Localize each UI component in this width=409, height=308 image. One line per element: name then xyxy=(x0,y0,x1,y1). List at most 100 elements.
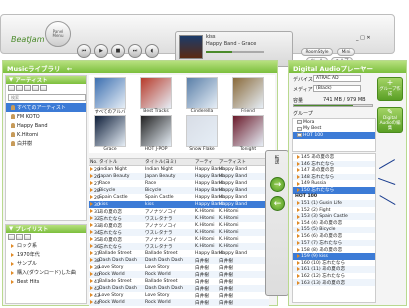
device-track-row[interactable]: 155 (5) Bicycle xyxy=(293,226,375,234)
track-row[interactable]: 34 忘れたなら ワスレタナラ K.Hitomi K.Hitomi xyxy=(89,229,269,236)
device-track-row[interactable]: 147 あの夏の恋 xyxy=(293,167,375,174)
album-tile[interactable]: HOT J-POP xyxy=(139,115,173,152)
delete-playlist-icon[interactable] xyxy=(16,234,23,240)
group-title-row[interactable]: HOT 100 xyxy=(293,194,375,201)
device-track-row[interactable]: 157 (7) 忘れたなら xyxy=(293,239,375,247)
device-track-row[interactable]: 161 (11) あの夏の恋 xyxy=(293,266,375,273)
device-track-row[interactable]: 160 (10) 忘れたなら xyxy=(293,260,375,267)
device-track-label: 156 (6) あの夏の恋 xyxy=(301,234,343,240)
transfer-to-library-button[interactable]: ← xyxy=(270,196,285,211)
playlist-item[interactable]: サンプル xyxy=(6,259,86,268)
track-row[interactable]: 26 Japan Beauty Japan Beauty Happy Band Happ… xyxy=(89,173,269,180)
dap-edit-button[interactable]: ✎ Digital Audioの編集 xyxy=(377,107,403,133)
device-track-row[interactable]: 156 (6) あの夏の恋 xyxy=(293,233,375,240)
device-track-row[interactable]: 146 忘れたなら xyxy=(293,160,375,168)
device-select[interactable]: ATRAC AD xyxy=(313,75,361,82)
track-row[interactable]: 27 Race Race Happy Band Happy Band xyxy=(89,180,269,187)
track-row[interactable]: 33 あの夏の恋 アノナツノコイ K.Hitomi K.Hitomi xyxy=(89,222,269,229)
cd-icon[interactable] xyxy=(32,85,39,91)
track-row[interactable]: 36 忘れたなら ワスレタナラ K.Hitomi K.Hitomi xyxy=(89,243,269,250)
group-item[interactable]: HOT 100 xyxy=(293,132,375,139)
device-track-row[interactable]: 162 (12) 忘れたなら xyxy=(293,273,375,280)
play-icon[interactable]: ▶ xyxy=(94,44,108,58)
device-track-row[interactable]: 158 (8) あの夏の恋 xyxy=(293,246,375,253)
mini-button[interactable]: Mini xyxy=(337,48,355,56)
artist-item[interactable]: FM KOTO xyxy=(6,112,86,121)
device-track-row[interactable]: 150 忘れたなら xyxy=(293,186,375,194)
previous-icon[interactable]: ⏮ xyxy=(77,44,91,58)
track-row[interactable]: 40 Rock World Rock World 白井樹 白井樹 xyxy=(89,271,269,278)
track-cell-text: Happy Band xyxy=(219,251,248,256)
track-cell-text: Dash Dash Dash xyxy=(99,258,137,263)
back-arrow-icon[interactable]: ← xyxy=(67,65,72,73)
volume-icon[interactable]: ◖ xyxy=(145,44,159,58)
artist-item[interactable]: K.Hitomi xyxy=(6,130,86,139)
edit-icon[interactable] xyxy=(24,85,31,91)
playlist-item[interactable]: Best Hits xyxy=(6,277,86,286)
track-row[interactable]: 44 Rock World Rock World 白井樹 白井樹 xyxy=(89,299,269,306)
track-row[interactable]: 42 Dash Dash Dash Dash Dash Dash 白井樹 白井樹 xyxy=(89,285,269,292)
device-track-row[interactable]: 148 忘れたなら xyxy=(293,173,375,181)
track-row[interactable]: 35 あの夏の恋 アノナツノコイ K.Hitomi K.Hitomi xyxy=(89,236,269,243)
group-item[interactable]: Mora xyxy=(293,119,375,126)
device-track-row[interactable]: 163 (13) あの夏の恋 xyxy=(293,279,375,286)
playlist-item[interactable]: 購入(ダウンロード)した曲 xyxy=(6,268,86,277)
album-tile[interactable]: Snow Flake xyxy=(185,115,219,152)
album-tile[interactable]: Best Tracks xyxy=(139,77,173,114)
track-row[interactable]: 37 Ballade Street Ballade Street Happy Band… xyxy=(89,250,269,257)
stop-icon[interactable]: ■ xyxy=(111,44,125,58)
close-icon[interactable]: ✕ xyxy=(366,35,370,41)
album-tile[interactable]: Cinderella xyxy=(185,77,219,114)
track-row[interactable]: 38 Dash Dash Dash Dash Dash Dash 白井樹 白井樹 xyxy=(89,257,269,264)
artist-item[interactable]: 白井樹 xyxy=(6,139,86,148)
album-tile[interactable]: Grace xyxy=(93,115,127,152)
delete-icon[interactable] xyxy=(16,85,23,91)
panel-menu-button[interactable]: Panel Menu xyxy=(45,21,71,47)
column-header[interactable]: アーティ xyxy=(195,159,219,165)
track-row[interactable]: 39 Love Story Love Story 白井樹 白井樹 xyxy=(89,264,269,271)
artist-item[interactable]: Happy Band xyxy=(6,121,86,130)
group-item[interactable]: My Best xyxy=(293,126,375,133)
album-tile[interactable]: Friend xyxy=(231,77,265,114)
device-track-row[interactable]: 149 Russia xyxy=(293,180,375,187)
collapse-icon[interactable]: ▼ xyxy=(9,77,13,83)
column-header[interactable]: アーティスト xyxy=(219,159,265,165)
device-track-row[interactable]: 154 (4) あの夏の恋 xyxy=(293,220,375,227)
collapse-icon[interactable]: ▼ xyxy=(9,226,13,232)
add-playlist-icon[interactable] xyxy=(8,234,15,240)
column-header[interactable]: タイトル xyxy=(99,159,145,165)
add-icon[interactable] xyxy=(8,85,15,91)
track-cell-text: Love Story xyxy=(145,293,170,298)
track-row[interactable]: 41 Ballade Street Ballade Street 白井樹 白井樹 xyxy=(89,278,269,285)
column-header[interactable]: タイトル(ヨミ) xyxy=(145,159,195,165)
media-select[interactable]: (Black) xyxy=(313,85,361,92)
progress-bar[interactable] xyxy=(206,51,264,53)
track-cell-text: 白井樹 xyxy=(195,286,209,292)
playlist-item[interactable]: ロック系 xyxy=(6,241,86,250)
list-icon[interactable] xyxy=(40,85,47,91)
track-row[interactable]: 31 あの夏の恋 アノナツノコイ K.Hitomi K.Hitomi xyxy=(89,208,269,215)
transfer-to-device-button[interactable]: → xyxy=(270,177,285,192)
track-row[interactable]: 43 Love Story Love Story 白井樹 白井樹 xyxy=(89,292,269,299)
track-row[interactable]: 30 kiss kiss Happy Band Happy Band xyxy=(89,201,269,208)
roomstyle-button[interactable]: RoomStyle xyxy=(301,48,333,56)
device-track-row[interactable]: 153 (3) Spain Castle xyxy=(293,213,375,220)
group-create-button[interactable]: + グループ作成 xyxy=(377,77,403,101)
playlist-item[interactable]: 1970年代 xyxy=(6,250,86,259)
album-tile[interactable]: Tonight xyxy=(231,115,265,152)
track-row[interactable]: 32 忘れたなら ワスレタナラ K.Hitomi K.Hitomi xyxy=(89,215,269,222)
device-track-row[interactable]: 151 (1) Gusin Life xyxy=(293,200,375,207)
artist-item[interactable]: すべてのアーティスト xyxy=(6,103,86,112)
track-row[interactable]: 28 Bicycle Bicycle Happy Band Happy Band xyxy=(89,187,269,194)
device-track-row[interactable]: 152 (2) Fight xyxy=(293,207,375,214)
edit-playlist-icon[interactable] xyxy=(24,234,31,240)
artist-search-input[interactable]: 検索 xyxy=(8,94,86,101)
track-row[interactable]: 29 Spain Castle Spain Castle Happy Band Happ… xyxy=(89,194,269,201)
device-track-row[interactable]: 145 あの夏の恋 xyxy=(293,154,375,161)
track-cell: K.Hitomi xyxy=(195,223,219,228)
track-row[interactable]: 29 Indian Night Indian Night Happy Band Happ… xyxy=(89,166,269,173)
device-track-row[interactable]: 159 (9) kiss xyxy=(293,252,375,260)
column-header[interactable]: No. xyxy=(89,160,99,165)
next-icon[interactable]: ⏭ xyxy=(128,44,142,58)
device-track-label: 149 Russia xyxy=(301,181,327,187)
